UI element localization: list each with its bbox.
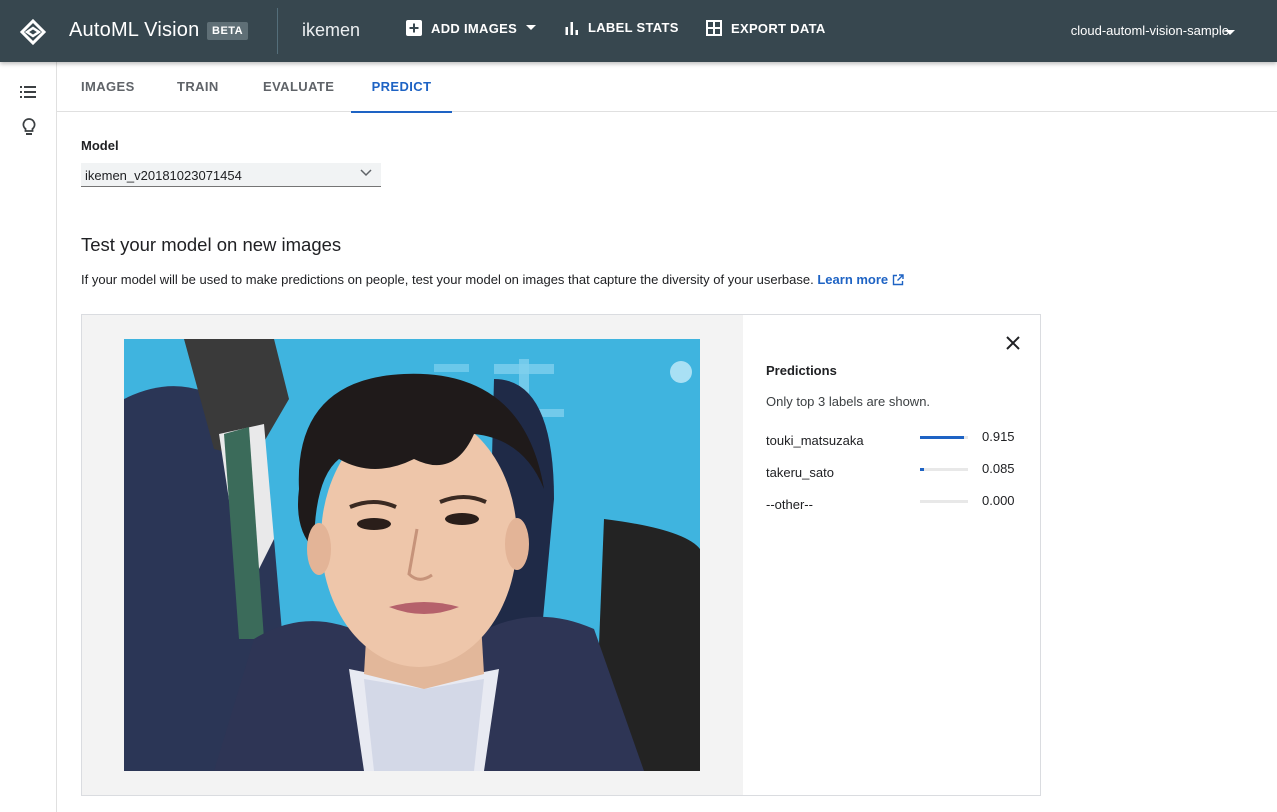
prediction-score: 0.915 — [982, 429, 1015, 444]
lightbulb-icon[interactable] — [19, 117, 39, 137]
prediction-label: takeru_sato — [766, 465, 834, 480]
tab-images[interactable]: IMAGES — [81, 62, 134, 112]
tab-bar: IMAGES TRAIN EVALUATE PREDICT — [57, 62, 1277, 113]
prediction-bar — [920, 436, 968, 439]
product-name: AutoML Vision — [69, 19, 200, 41]
prediction-bar-fill — [920, 436, 964, 439]
caret-down-icon — [526, 25, 537, 30]
predictions-pane: Predictions Only top 3 labels are shown.… — [743, 315, 1040, 795]
model-label: Model — [81, 138, 119, 153]
uploaded-photo — [124, 339, 700, 771]
label-stats-button[interactable]: LABEL STATS — [565, 20, 679, 35]
label-stats-label: LABEL STATS — [588, 20, 679, 35]
model-select-value: ikemen_v20181023071454 — [85, 168, 242, 183]
prediction-bar-fill — [920, 468, 925, 471]
app-bar: AutoML Vision BETA ikemen ADD IMAGES LAB… — [0, 0, 1277, 62]
header-divider — [277, 8, 278, 54]
dataset-name[interactable]: ikemen — [302, 20, 360, 41]
account-selector[interactable]: cloud-automl-vision-sample — [1071, 23, 1229, 38]
prediction-label: touki_matsuzaka — [766, 433, 864, 448]
caret-down-icon[interactable] — [1225, 30, 1235, 35]
add-box-icon — [406, 20, 422, 36]
beta-badge: BETA — [207, 22, 249, 40]
list-icon[interactable] — [19, 82, 39, 102]
learn-more-label: Learn more — [817, 272, 889, 287]
prediction-bar — [920, 500, 968, 503]
prediction-row: touki_matsuzaka 0.915 — [766, 429, 1026, 449]
left-rail — [0, 62, 57, 812]
grid-icon — [706, 20, 722, 36]
learn-more-link[interactable]: Learn more — [817, 272, 904, 287]
model-select[interactable]: ikemen_v20181023071454 — [81, 163, 381, 187]
prediction-row: takeru_sato 0.085 — [766, 461, 1026, 481]
prediction-bar — [920, 468, 968, 471]
tab-predict[interactable]: PREDICT — [351, 62, 452, 113]
prediction-row: --other-- 0.000 — [766, 493, 1026, 513]
predictions-title: Predictions — [766, 363, 837, 378]
open-in-new-icon — [892, 274, 904, 286]
predictions-note: Only top 3 labels are shown. — [766, 394, 931, 409]
tab-evaluate[interactable]: EVALUATE — [263, 62, 334, 112]
section-heading: Test your model on new images — [81, 234, 342, 255]
photo-illustration — [124, 339, 700, 771]
bar-chart-icon — [565, 21, 578, 35]
add-images-label: ADD IMAGES — [431, 20, 518, 36]
automl-logo-icon[interactable] — [19, 18, 47, 46]
tab-train[interactable]: TRAIN — [177, 62, 218, 112]
add-images-button[interactable]: ADD IMAGES — [406, 20, 537, 36]
section-description: If your model will be used to make predi… — [81, 272, 904, 287]
chevron-down-icon — [360, 169, 372, 177]
close-icon[interactable] — [1004, 334, 1022, 352]
prediction-score: 0.000 — [982, 493, 1015, 508]
prediction-card: Predictions Only top 3 labels are shown.… — [81, 314, 1041, 796]
prediction-label: --other-- — [766, 497, 813, 512]
export-data-button[interactable]: EXPORT DATA — [706, 20, 826, 36]
description-text: If your model will be used to make predi… — [81, 272, 814, 287]
export-data-label: EXPORT DATA — [731, 20, 826, 36]
image-pane — [82, 315, 743, 795]
prediction-score: 0.085 — [982, 461, 1015, 476]
